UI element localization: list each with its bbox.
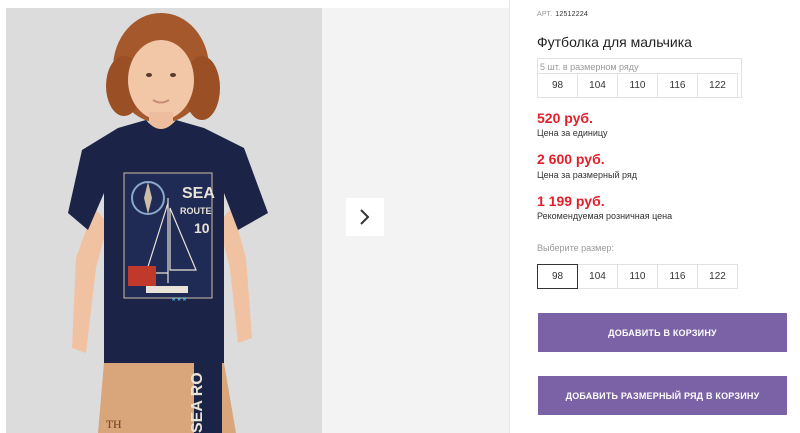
size-option-98[interactable]: 98 xyxy=(537,264,578,289)
series-price-label: Цена за размерный ряд xyxy=(537,170,638,180)
series-size-116: 116 xyxy=(657,73,698,98)
series-size-104: 104 xyxy=(577,73,618,98)
product-title: Футболка для мальчика xyxy=(537,34,692,50)
add-size-series-to-cart-button[interactable]: ДОБАВИТЬ РАЗМЕРНЫЙ РЯД В КОРЗИНУ xyxy=(538,376,787,415)
boy-in-tshirt-image: SEA ROUTE 10 ★★★ SEA RO ᴛʜ xyxy=(6,8,322,433)
svg-text:★★★: ★★★ xyxy=(171,296,187,303)
size-option-110[interactable]: 110 xyxy=(617,264,658,289)
retail-price-label: Рекомендуемая розничная цена xyxy=(537,211,673,221)
size-option-122[interactable]: 122 xyxy=(697,264,738,289)
chevron-right-icon xyxy=(360,209,370,225)
add-to-cart-button[interactable]: ДОБАВИТЬ В КОРЗИНУ xyxy=(538,313,787,352)
choose-size-label: Выберите размер: xyxy=(537,243,614,253)
shorts-print-text: SEA RO xyxy=(189,372,206,433)
next-image-button[interactable] xyxy=(346,198,384,236)
product-photo[interactable]: SEA ROUTE 10 ★★★ SEA RO ᴛʜ xyxy=(6,8,322,433)
panel-divider xyxy=(509,0,510,433)
series-size-98: 98 xyxy=(537,73,578,98)
size-series-list: 98 104 110 116 122 xyxy=(537,73,738,98)
product-gallery: SEA ROUTE 10 ★★★ SEA RO ᴛʜ xyxy=(0,0,510,433)
size-option-116[interactable]: 116 xyxy=(657,264,698,289)
article-label: АРТ. xyxy=(537,11,553,18)
svg-text:ᴛʜ: ᴛʜ xyxy=(106,415,122,432)
size-option-104[interactable]: 104 xyxy=(577,264,618,289)
print-sea-text: SEA xyxy=(182,185,215,202)
series-size-122: 122 xyxy=(697,73,738,98)
size-series-caption: 5 шт. в размерном ряду xyxy=(540,62,639,72)
print-route-text: ROUTE xyxy=(180,206,212,216)
article-value: 12512224 xyxy=(555,11,589,18)
unit-price: 520 руб. xyxy=(537,110,593,126)
print-number-text: 10 xyxy=(194,220,210,236)
series-size-110: 110 xyxy=(617,73,658,98)
article-number: АРТ. 12512224 xyxy=(537,11,588,18)
series-price: 2 600 руб. xyxy=(537,151,605,167)
size-picker: 98 104 110 116 122 xyxy=(537,264,738,289)
unit-price-label: Цена за единицу xyxy=(537,128,608,138)
retail-price: 1 199 руб. xyxy=(537,193,605,209)
